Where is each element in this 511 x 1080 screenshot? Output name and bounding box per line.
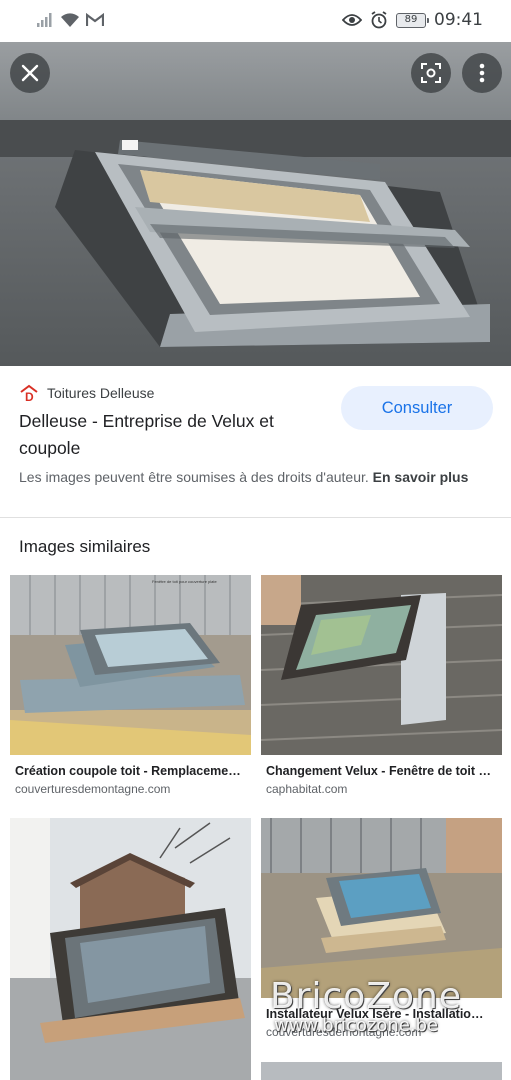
eye-icon bbox=[342, 14, 362, 26]
card-source: couverturesdemontagne.com bbox=[15, 782, 171, 796]
card-source: caphabitat.com bbox=[266, 782, 348, 796]
alarm-icon bbox=[371, 11, 387, 29]
status-right: 89 09:41 bbox=[342, 10, 483, 30]
similar-images-heading: Images similaires bbox=[19, 537, 151, 556]
watermark-logo: BricoZone bbox=[270, 976, 462, 1017]
status-bar: 89 09:41 bbox=[0, 0, 511, 42]
thumbnail-photo: Fenêtre de toit pour couverture plate bbox=[10, 575, 251, 755]
similar-image-card-partial[interactable] bbox=[261, 1062, 502, 1080]
more-options-button[interactable] bbox=[462, 53, 502, 93]
similar-image-card[interactable]: Fenêtre de toit pour couverture plate Cr… bbox=[10, 575, 251, 796]
thumbnail bbox=[261, 818, 502, 998]
svg-text:D: D bbox=[25, 390, 34, 402]
site-logo-icon: D bbox=[20, 384, 38, 402]
card-title: Changement Velux - Fenêtre de toit … bbox=[266, 764, 492, 778]
similar-image-card[interactable] bbox=[10, 818, 251, 1080]
wifi-icon bbox=[61, 13, 79, 27]
status-left bbox=[36, 12, 104, 28]
divider bbox=[0, 517, 511, 518]
card-title: Création coupole toit - Remplaceme… bbox=[15, 764, 241, 778]
thumbnail-photo bbox=[10, 818, 251, 1080]
signal-icon bbox=[37, 13, 52, 27]
copyright-notice: Les images peuvent être soumises à des d… bbox=[19, 467, 489, 487]
watermark: BricoZone www.bricozone.be bbox=[270, 976, 510, 1036]
lens-icon bbox=[421, 63, 441, 83]
photo-caption: Fenêtre de toit pour couverture plate bbox=[152, 579, 217, 584]
gmail-icon bbox=[86, 13, 104, 26]
more-vert-icon bbox=[479, 63, 485, 83]
thumbnail bbox=[10, 818, 251, 1080]
watermark-url: www.bricozone.be bbox=[274, 1015, 439, 1036]
similar-image-card[interactable]: Changement Velux - Fenêtre de toit … cap… bbox=[261, 575, 502, 796]
thumbnail: Fenêtre de toit pour couverture plate bbox=[10, 575, 251, 755]
thumbnail-photo bbox=[261, 575, 502, 755]
close-button[interactable] bbox=[10, 53, 50, 93]
clock: 09:41 bbox=[434, 10, 483, 30]
source-info[interactable]: D Toitures Delleuse bbox=[19, 384, 154, 402]
source-site-name: Toitures Delleuse bbox=[47, 385, 155, 401]
visit-button[interactable]: Consulter bbox=[341, 386, 493, 430]
thumbnail bbox=[261, 575, 502, 755]
result-title[interactable]: Delleuse - Entreprise de Velux et coupol… bbox=[19, 408, 319, 462]
close-icon bbox=[21, 64, 39, 82]
thumbnail-photo bbox=[261, 818, 502, 998]
hero-image[interactable] bbox=[0, 42, 511, 366]
battery-indicator: 89 bbox=[396, 12, 429, 28]
learn-more-link[interactable]: En savoir plus bbox=[373, 469, 469, 485]
copyright-text: Les images peuvent être soumises à des d… bbox=[19, 469, 369, 485]
lens-button[interactable] bbox=[411, 53, 451, 93]
